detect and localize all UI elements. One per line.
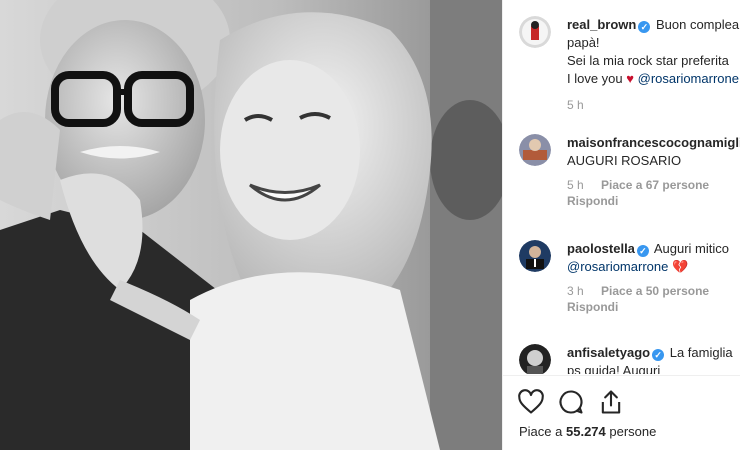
likes-suffix: persone	[609, 424, 657, 439]
comment-meta: 5 h Piace a 67 persone	[567, 178, 740, 192]
caption-text: real_brown✓ Buon compleanno papà! Sei la…	[567, 16, 740, 112]
comment-text: La famiglia	[669, 345, 733, 360]
verified-badge-icon: ✓	[638, 21, 651, 33]
caption-username[interactable]: real_brown	[567, 17, 636, 32]
likes-count: 55.274	[566, 424, 606, 439]
comment-likes[interactable]: Piace a 50 persone	[601, 284, 709, 298]
comment-text-2: ps guida! Auguri	[567, 363, 661, 374]
comment-username[interactable]: paolostella	[567, 241, 635, 256]
black-and-white-photo	[0, 0, 502, 450]
comment-body: paolostella ✓ Auguri mitico @rosariomarro…	[567, 240, 740, 314]
heart-outline-glyph	[518, 389, 544, 414]
caption-line-1: Buon compleanno	[655, 17, 740, 32]
reply-button[interactable]: Rispondi	[567, 300, 740, 314]
comment-meta: 3 h Piace a 50 persone	[567, 284, 740, 298]
post-photo[interactable]	[0, 0, 502, 450]
avatar-image	[519, 240, 551, 272]
avatar[interactable]	[519, 134, 551, 166]
comment-username[interactable]: anfisaletyago	[567, 345, 650, 360]
comment-text: Auguri mitico	[653, 241, 729, 256]
verified-badge-icon: ✓	[652, 349, 665, 361]
verified-badge-icon: ✓	[636, 245, 649, 257]
caption-line-2: papà!	[567, 35, 600, 50]
caption-mention[interactable]: @rosariomarrone	[638, 71, 739, 86]
share-glyph	[601, 390, 621, 414]
post-sidebar: real_brown✓ Buon compleanno papà! Sei la…	[502, 0, 740, 450]
reply-button[interactable]: Rispondi	[567, 194, 740, 208]
post-likes[interactable]: Piace a 55.274 persone	[519, 424, 656, 439]
caption-line-4: I love you	[567, 71, 623, 86]
comments-list[interactable]: real_brown✓ Buon compleanno papà! Sei la…	[503, 0, 740, 374]
instagram-post: real_brown✓ Buon compleanno papà! Sei la…	[0, 0, 740, 450]
avatar[interactable]	[519, 240, 551, 272]
comment-text: AUGURI ROSARIO	[567, 153, 682, 168]
avatar-image	[519, 134, 551, 166]
comment-mention[interactable]: @rosariomarrone	[567, 259, 668, 274]
comment-glyph	[559, 390, 583, 414]
caption-time[interactable]: 5 h	[567, 98, 584, 112]
avatar-image	[519, 16, 551, 48]
red-heart-icon: ♥	[626, 71, 634, 86]
broken-heart-icon: 💔	[671, 259, 689, 274]
likes-prefix: Piace a	[519, 424, 563, 439]
avatar-image	[519, 344, 551, 374]
caption-line-3: Sei la mia rock star preferita	[567, 53, 729, 68]
comment-username[interactable]: maisonfrancescocognamiglio	[567, 135, 740, 150]
avatar[interactable]	[519, 344, 551, 374]
comment-body: anfisaletyago ✓ La famiglia ps guida! Aug…	[567, 344, 740, 374]
actions-bar: Piace a 55.274 persone	[503, 375, 740, 450]
comment-body: maisonfrancescocognamiglio AUGURI ROSARI…	[567, 134, 740, 208]
comment-time[interactable]: 3 h	[567, 284, 584, 298]
caption-meta: 5 h	[567, 98, 740, 112]
comment-likes[interactable]: Piace a 67 persone	[601, 178, 709, 192]
comment-time[interactable]: 5 h	[567, 178, 584, 192]
comment-icon[interactable]	[557, 388, 585, 416]
avatar[interactable]	[519, 16, 551, 48]
share-icon[interactable]	[597, 388, 625, 416]
heart-outline-icon[interactable]	[517, 388, 545, 416]
